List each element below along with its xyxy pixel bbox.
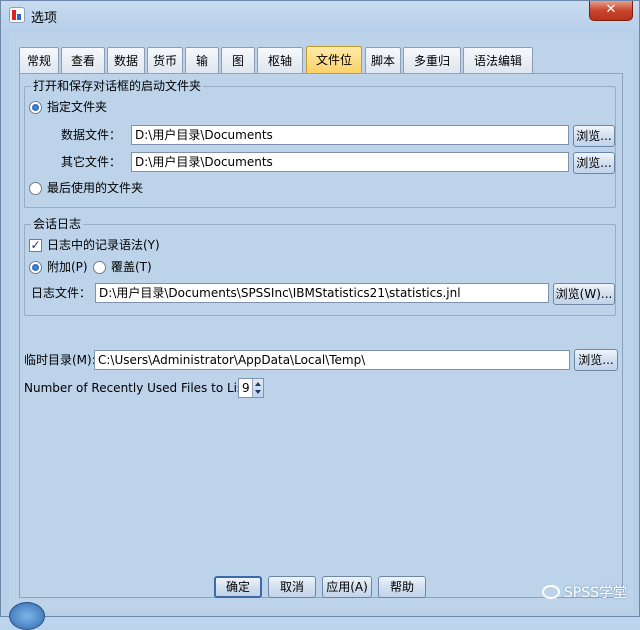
- overwrite-radio[interactable]: [93, 261, 106, 274]
- journal-file-input[interactable]: D:\用户目录\Documents\SPSSInc\IBMStatistics2…: [95, 283, 549, 303]
- watermark-text: SPSS学堂: [563, 585, 627, 601]
- wechat-icon: [541, 585, 560, 599]
- temp-browse-button[interactable]: 浏览...: [574, 349, 618, 371]
- options-dialog: 选项 ✕ 常规 查看器 数据 货币 输出 图表 枢轴表 文件位置 脚本 多重归因…: [0, 0, 640, 630]
- record-syntax-label: 日志中的记录语法(Y): [47, 238, 160, 252]
- tab-pivot-tables[interactable]: 枢轴表: [257, 47, 303, 94]
- startup-folders-legend: 打开和保存对话框的启动文件夹: [31, 79, 204, 93]
- other-file-folder-input[interactable]: D:\用户目录\Documents: [131, 152, 569, 172]
- startup-folders-group: 打开和保存对话框的启动文件夹 指定文件夹 数据文件： D:\用户目录\Docum…: [24, 79, 616, 208]
- dialog-client: 常规 查看器 数据 货币 输出 图表 枢轴表 文件位置 脚本 多重归因 语法编辑…: [9, 33, 633, 611]
- recent-files-value: 9: [242, 381, 250, 395]
- journal-browse-button[interactable]: 浏览(W)...: [553, 283, 615, 305]
- ok-button[interactable]: 确定: [214, 576, 262, 598]
- data-file-label: 数据文件：: [61, 128, 122, 142]
- tab-file-locations[interactable]: 文件位置: [306, 46, 362, 93]
- title-bar: 选项 ✕: [1, 1, 639, 29]
- recent-files-label: Number of Recently Used Files to List:: [24, 381, 252, 395]
- arrow-down-icon[interactable]: [255, 390, 261, 394]
- tab-viewer[interactable]: 查看器: [61, 47, 105, 94]
- tab-scripts[interactable]: 脚本: [365, 47, 401, 73]
- spinner-arrows[interactable]: [252, 379, 263, 397]
- help-button[interactable]: 帮助: [378, 576, 426, 598]
- append-radio[interactable]: [29, 261, 42, 274]
- recent-files-spinner[interactable]: 9: [238, 378, 264, 398]
- data-file-folder-input[interactable]: D:\用户目录\Documents: [131, 125, 569, 145]
- last-used-folder-radio[interactable]: [29, 182, 42, 195]
- window-title: 选项: [31, 11, 58, 26]
- tab-data[interactable]: 数据: [107, 47, 145, 73]
- tab-multiple-imputation[interactable]: 多重归因: [403, 47, 461, 94]
- temp-directory-input[interactable]: C:\Users\Administrator\AppData\Local\Tem…: [94, 350, 570, 370]
- apply-button[interactable]: 应用(A): [322, 576, 372, 598]
- start-orb-icon: [9, 602, 45, 630]
- file-locations-panel: 打开和保存对话框的启动文件夹 指定文件夹 数据文件： D:\用户目录\Docum…: [19, 73, 623, 598]
- last-used-folder-label: 最后使用的文件夹: [47, 181, 144, 195]
- temp-directory-label: 临时目录(M):: [24, 353, 96, 367]
- overwrite-label: 覆盖(T): [111, 260, 152, 274]
- data-file-browse-button[interactable]: 浏览...: [573, 125, 615, 147]
- tab-output[interactable]: 输出: [185, 47, 219, 94]
- spss-app-icon: [9, 7, 25, 23]
- cancel-button[interactable]: 取消: [268, 576, 316, 598]
- specified-folder-label: 指定文件夹: [47, 100, 108, 114]
- tab-syntax-editor[interactable]: 语法编辑器: [463, 47, 533, 94]
- close-button[interactable]: ✕: [589, 1, 633, 21]
- tab-general[interactable]: 常规: [19, 47, 59, 73]
- tab-charts[interactable]: 图表: [221, 47, 255, 94]
- append-label: 附加(P): [47, 260, 88, 274]
- session-journal-group: 会话日志 ✓ 日志中的记录语法(Y) 附加(P) 覆盖(T) 日志文件： D:\…: [24, 217, 616, 316]
- arrow-up-icon[interactable]: [255, 382, 261, 386]
- record-syntax-checkbox[interactable]: ✓: [29, 239, 42, 252]
- other-file-label: 其它文件：: [61, 155, 122, 169]
- journal-file-label: 日志文件：: [31, 286, 92, 300]
- session-journal-legend: 会话日志: [31, 217, 84, 231]
- specified-folder-radio[interactable]: [29, 101, 42, 114]
- watermark: SPSS学堂: [541, 584, 627, 602]
- other-file-browse-button[interactable]: 浏览...: [573, 152, 615, 174]
- tab-currency[interactable]: 货币: [147, 47, 183, 73]
